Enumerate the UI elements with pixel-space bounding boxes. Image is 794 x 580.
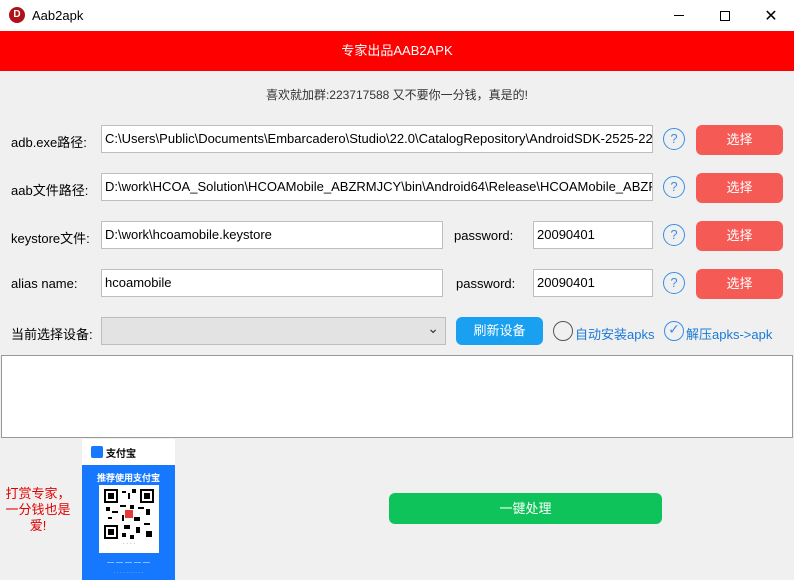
alipay-logo-icon: [91, 446, 103, 458]
app-icon: D: [9, 7, 25, 23]
qr-note: · · · ·: [122, 541, 136, 547]
subtitle-text: 喜欢就加群:223717588 又不要你一分钱，真是的!: [265, 88, 529, 102]
minimize-icon: [674, 15, 684, 16]
window-title: Aab2apk: [32, 8, 84, 23]
one-click-process-button[interactable]: 一键处理: [389, 493, 662, 524]
maximize-button[interactable]: [702, 0, 748, 31]
keystore-password-label: password:: [454, 228, 514, 243]
donate-text: 打赏专家，一分钱也是爱!: [5, 486, 71, 533]
log-textarea[interactable]: [1, 355, 793, 438]
auto-install-checkbox[interactable]: [553, 321, 573, 341]
qr-code-icon: [104, 489, 154, 539]
alipay-brand: 支付宝: [106, 449, 136, 460]
keystore-input[interactable]: D:\work\hcoamobile.keystore: [101, 221, 443, 249]
maximize-icon: [720, 10, 730, 21]
alias-password-label: password:: [456, 276, 516, 291]
adb-select-button[interactable]: 选择: [696, 125, 783, 155]
adb-path-input[interactable]: C:\Users\Public\Documents\Embarcadero\St…: [101, 125, 653, 153]
auto-install-label[interactable]: 自动安装apks: [575, 324, 654, 343]
keystore-password-input[interactable]: 20090401: [533, 221, 653, 249]
unzip-checkbox[interactable]: ✓: [664, 321, 684, 341]
alipay-caption: 推荐使用支付宝: [96, 473, 160, 483]
alias-select-button[interactable]: 选择: [696, 269, 783, 299]
chevron-down-icon: ⌄: [427, 321, 439, 337]
minimize-button[interactable]: [656, 0, 702, 31]
qr-footer-small: · · · · · · · · · ·: [113, 570, 144, 576]
aab-help-icon[interactable]: ?: [663, 176, 685, 198]
header-banner: 专家出品AAB2APK: [0, 31, 794, 71]
device-label: 当前选择设备:: [11, 327, 93, 342]
device-select[interactable]: ⌄: [101, 317, 446, 345]
aab-path-input[interactable]: D:\work\HCOA_Solution\HCOAMobile_ABZRMJC…: [101, 173, 653, 201]
alipay-header: 支付宝: [82, 439, 175, 465]
adb-help-icon[interactable]: ?: [663, 128, 685, 150]
keystore-select-button[interactable]: 选择: [696, 221, 783, 251]
aab-path-label: aab文件路径:: [11, 183, 89, 198]
alias-input[interactable]: hcoamobile: [101, 269, 443, 297]
alias-help-icon[interactable]: ?: [663, 272, 685, 294]
title-bar: D Aab2apk ✕: [0, 0, 794, 31]
refresh-devices-button[interactable]: 刷新设备: [456, 317, 543, 345]
alipay-qr-panel: 支付宝 推荐使用支付宝 · · · · — — — — — · · · · · …: [82, 439, 175, 580]
qr-footer-line: — — — — —: [107, 559, 150, 566]
alias-password-input[interactable]: 20090401: [533, 269, 653, 297]
adb-path-label: adb.exe路径:: [11, 135, 87, 150]
qr-code-card: · · · ·: [99, 485, 159, 553]
close-icon: ✕: [764, 5, 778, 25]
alias-label: alias name:: [11, 276, 78, 291]
keystore-label: keystore文件:: [11, 231, 90, 246]
keystore-help-icon[interactable]: ?: [663, 224, 685, 246]
unzip-label[interactable]: 解压apks->apk: [686, 324, 772, 343]
aab-select-button[interactable]: 选择: [696, 173, 783, 203]
close-button[interactable]: ✕: [748, 0, 794, 31]
